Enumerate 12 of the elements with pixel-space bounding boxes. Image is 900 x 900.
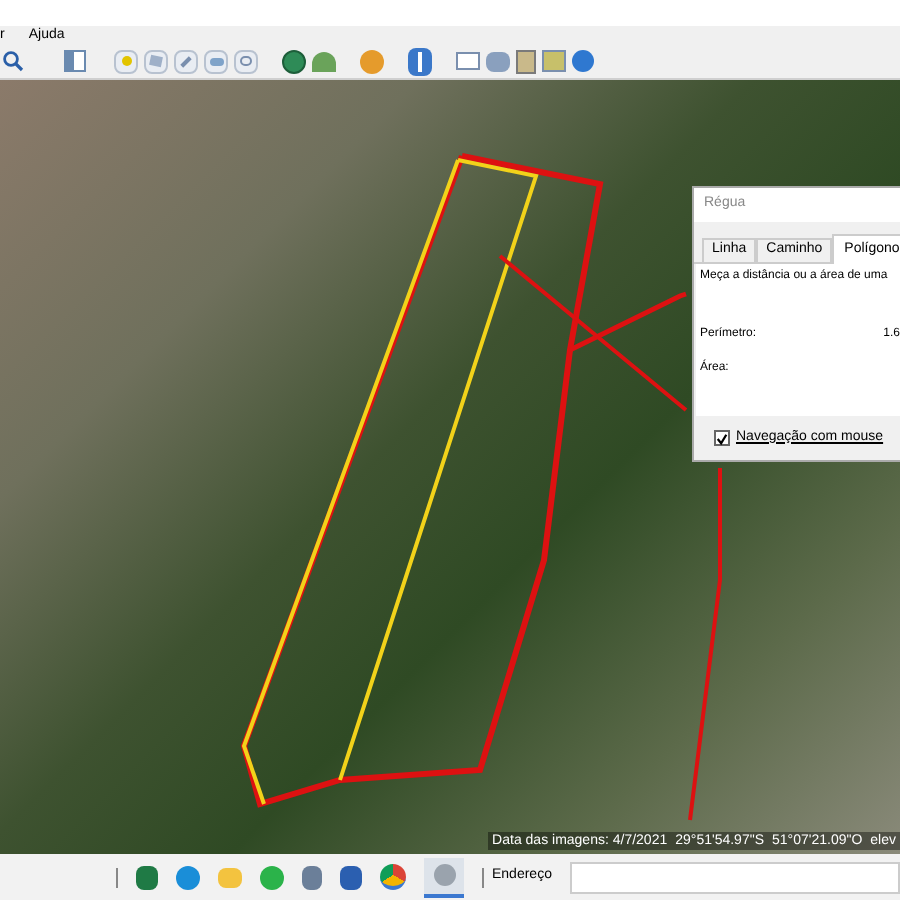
globe-icon[interactable] bbox=[572, 50, 594, 72]
path-tool-icon[interactable] bbox=[174, 49, 198, 73]
mouse-navigation-checkbox[interactable] bbox=[714, 430, 730, 446]
ruler-icon[interactable] bbox=[408, 47, 432, 75]
history-icon[interactable] bbox=[282, 49, 306, 73]
tour-icon[interactable] bbox=[234, 49, 258, 73]
address-field[interactable] bbox=[569, 861, 900, 893]
polygon-tool-icon[interactable] bbox=[144, 49, 168, 73]
globe-app-icon[interactable] bbox=[424, 857, 464, 897]
sidebar-toggle-icon[interactable] bbox=[64, 50, 86, 72]
overlay-tool-icon[interactable] bbox=[204, 49, 228, 73]
search-icon[interactable] bbox=[2, 50, 24, 72]
